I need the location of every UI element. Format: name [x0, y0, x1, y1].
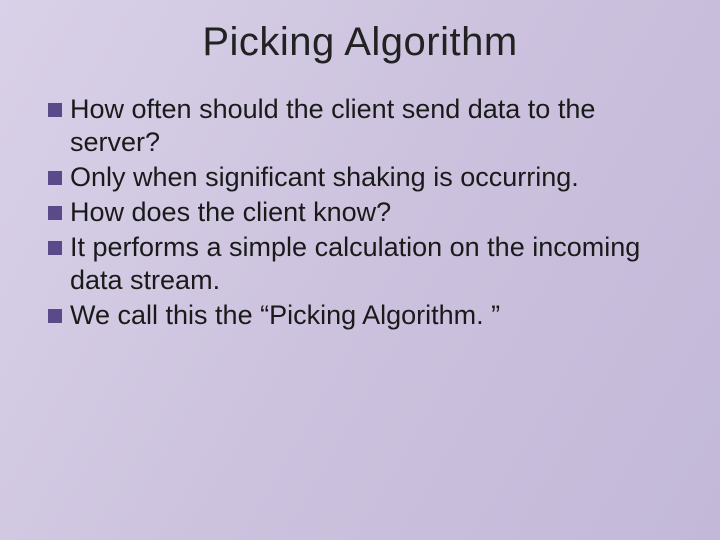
list-item: How does the client know? [48, 196, 680, 229]
bullet-text: How often should the client send data to… [70, 93, 680, 159]
list-item: How often should the client send data to… [48, 93, 680, 159]
slide: Picking Algorithm How often should the c… [0, 0, 720, 540]
bullet-text: We call this the “Picking Algorithm. ” [70, 299, 680, 332]
bullet-icon [48, 103, 62, 117]
bullet-text: It performs a simple calculation on the … [70, 231, 680, 297]
list-item: Only when significant shaking is occurri… [48, 161, 680, 194]
slide-body: How often should the client send data to… [40, 93, 680, 332]
bullet-icon [48, 241, 62, 255]
bullet-icon [48, 171, 62, 185]
list-item: It performs a simple calculation on the … [48, 231, 680, 297]
bullet-text: How does the client know? [70, 196, 680, 229]
slide-title: Picking Algorithm [40, 20, 680, 65]
bullet-icon [48, 206, 62, 220]
bullet-text: Only when significant shaking is occurri… [70, 161, 680, 194]
list-item: We call this the “Picking Algorithm. ” [48, 299, 680, 332]
bullet-icon [48, 309, 62, 323]
